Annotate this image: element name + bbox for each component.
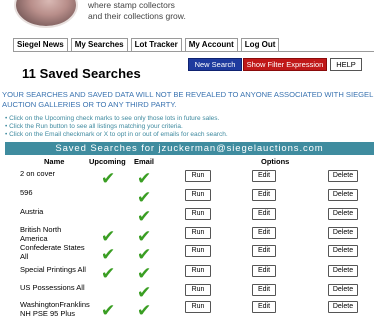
email-check-icon[interactable]: ✔ xyxy=(137,302,151,319)
edit-button[interactable]: Edit xyxy=(252,189,276,201)
tab-lot-tracker[interactable]: Lot Tracker xyxy=(130,38,182,51)
edit-button[interactable]: Edit xyxy=(252,227,276,239)
search-name: US Possessions All xyxy=(20,283,85,292)
tagline-line-1: where stamp collectors xyxy=(88,0,175,10)
tab-log-out[interactable]: Log Out xyxy=(240,38,280,51)
email-check-icon[interactable]: ✔ xyxy=(137,208,151,225)
search-name: Special Printings All xyxy=(20,265,86,274)
edit-button[interactable]: Edit xyxy=(252,245,276,257)
instructions: • Click on the Upcoming check marks to s… xyxy=(5,115,228,139)
page-title: 11 Saved Searches xyxy=(22,66,141,81)
tab-siegel-news[interactable]: Siegel News xyxy=(13,38,68,51)
privacy-notice: YOUR SEARCHES AND SAVED DATA WILL NOT BE… xyxy=(2,90,374,109)
delete-button[interactable]: Delete xyxy=(328,189,358,201)
upcoming-check-icon[interactable]: ✔ xyxy=(101,228,115,245)
run-button[interactable]: Run xyxy=(185,301,211,313)
edit-button[interactable]: Edit xyxy=(252,170,276,182)
edit-button[interactable]: Edit xyxy=(252,301,276,313)
run-button[interactable]: Run xyxy=(185,170,211,182)
email-check-icon[interactable]: ✔ xyxy=(137,189,151,206)
run-button[interactable]: Run xyxy=(185,208,211,220)
search-name: Confederate States All xyxy=(20,243,85,261)
tab-my-account[interactable]: My Account xyxy=(184,38,238,51)
run-button[interactable]: Run xyxy=(185,189,211,201)
nav-tabs: Siegel News My Searches Lot Tracker My A… xyxy=(13,38,280,52)
tagline: where stamp collectors and their collect… xyxy=(88,0,186,22)
delete-button[interactable]: Delete xyxy=(328,284,358,296)
saved-searches-band: Saved Searches for jzuckerman@siegelauct… xyxy=(5,142,374,155)
column-header-email: Email xyxy=(134,157,155,166)
instruction-email: • Click on the Email checkmark or X to o… xyxy=(5,131,228,138)
edit-button[interactable]: Edit xyxy=(252,284,276,296)
run-button[interactable]: Run xyxy=(185,245,211,257)
search-name: Austria xyxy=(20,207,44,216)
search-name: British North America xyxy=(20,225,62,243)
upcoming-check-icon[interactable]: ✔ xyxy=(101,265,115,282)
upcoming-check-icon[interactable]: ✔ xyxy=(101,170,115,187)
delete-button[interactable]: Delete xyxy=(328,170,358,182)
email-check-icon[interactable]: ✔ xyxy=(137,170,151,187)
upcoming-check-icon[interactable]: ✔ xyxy=(101,246,115,263)
column-header-name: Name xyxy=(44,157,65,166)
help-button[interactable]: HELP xyxy=(330,58,362,71)
new-search-button[interactable]: New Search xyxy=(188,58,242,71)
delete-button[interactable]: Delete xyxy=(328,208,358,220)
delete-button[interactable]: Delete xyxy=(328,227,358,239)
upcoming-check-icon[interactable]: ✔ xyxy=(101,302,115,319)
run-button[interactable]: Run xyxy=(185,227,211,239)
edit-button[interactable]: Edit xyxy=(252,208,276,220)
instruction-upcoming: • Click on the Upcoming check marks to s… xyxy=(5,115,220,122)
search-name: WashingtonFranklins NH PSE 95 Plus xyxy=(20,300,90,318)
delete-button[interactable]: Delete xyxy=(328,245,358,257)
email-check-icon[interactable]: ✔ xyxy=(137,228,151,245)
edit-button[interactable]: Edit xyxy=(252,265,276,277)
instruction-run: • Click the Run button to see all listin… xyxy=(5,123,183,130)
email-check-icon[interactable]: ✔ xyxy=(137,265,151,282)
run-button[interactable]: Run xyxy=(185,265,211,277)
siegel-stamp-logo xyxy=(16,0,76,26)
search-name: 596 xyxy=(20,188,33,197)
tab-divider xyxy=(13,51,374,52)
privacy-notice-line-2: AUCTION GALLERIES OR TO ANY THIRD PARTY. xyxy=(2,99,177,109)
tagline-line-2: and their collections grow. xyxy=(88,11,186,21)
show-filter-expression-button[interactable]: Show Filter Expression xyxy=(243,58,327,71)
tab-my-searches[interactable]: My Searches xyxy=(70,38,128,51)
email-check-icon[interactable]: ✔ xyxy=(137,246,151,263)
header: where stamp collectors and their collect… xyxy=(0,0,374,34)
column-header-options: Options xyxy=(261,157,290,166)
search-name: 2 on cover xyxy=(20,169,56,178)
email-check-icon[interactable]: ✔ xyxy=(137,284,151,301)
column-header-upcoming: Upcoming xyxy=(89,157,126,166)
run-button[interactable]: Run xyxy=(185,284,211,296)
delete-button[interactable]: Delete xyxy=(328,301,358,313)
privacy-notice-line-1: YOUR SEARCHES AND SAVED DATA WILL NOT BE… xyxy=(2,90,374,99)
delete-button[interactable]: Delete xyxy=(328,265,358,277)
